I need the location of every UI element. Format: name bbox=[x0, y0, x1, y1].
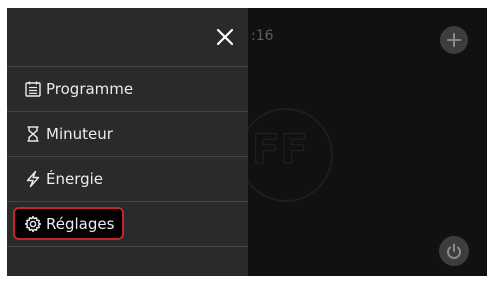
menu-item-label: Programme bbox=[46, 80, 134, 98]
status-display: FF bbox=[252, 127, 309, 174]
menu-item-label: Énergie bbox=[46, 170, 104, 188]
close-icon bbox=[216, 28, 234, 46]
menu-item-programme[interactable]: Programme bbox=[7, 66, 248, 111]
lightning-icon bbox=[26, 170, 40, 188]
gear-icon bbox=[24, 215, 42, 233]
menu-item-energie[interactable]: Énergie bbox=[7, 156, 248, 201]
add-button[interactable] bbox=[440, 26, 468, 54]
power-button[interactable] bbox=[439, 236, 469, 266]
calendar-icon bbox=[25, 81, 41, 97]
power-icon bbox=[447, 243, 461, 259]
menu-item-reglages[interactable]: Réglages bbox=[7, 201, 248, 246]
appliance-screen: FF :16 Programme Minuteur Énergie Réglag… bbox=[7, 8, 487, 276]
plus-icon bbox=[447, 33, 461, 47]
close-menu-button[interactable] bbox=[210, 22, 240, 52]
menu-item-label: Minuteur bbox=[46, 125, 113, 143]
hourglass-icon bbox=[27, 126, 39, 142]
side-menu: Programme Minuteur Énergie Réglages bbox=[7, 8, 248, 276]
menu-item-label: Réglages bbox=[46, 215, 115, 233]
menu-divider bbox=[7, 246, 248, 247]
menu-item-minuteur[interactable]: Minuteur bbox=[7, 111, 248, 156]
time-display: :16 bbox=[251, 28, 274, 44]
